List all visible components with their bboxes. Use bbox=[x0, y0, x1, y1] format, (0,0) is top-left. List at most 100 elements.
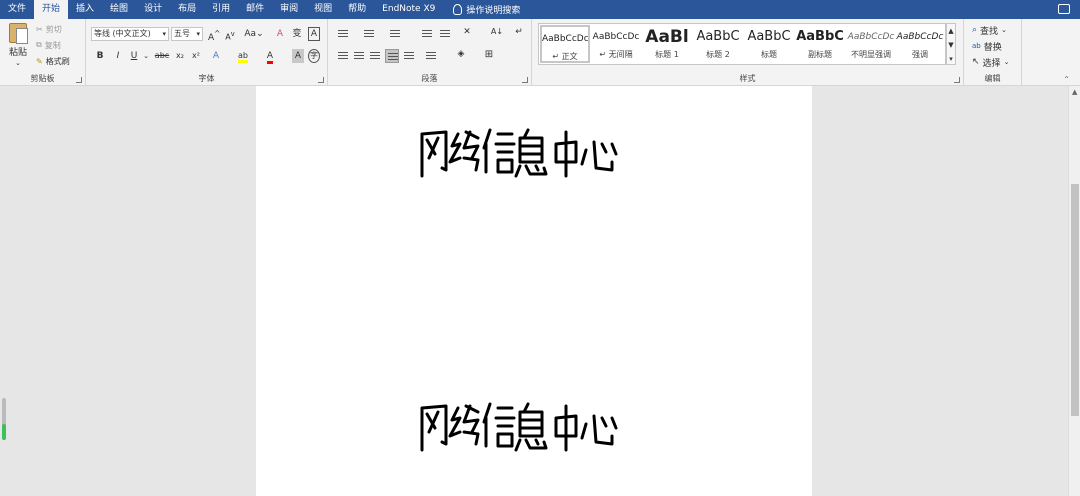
font-launcher-icon[interactable] bbox=[318, 77, 324, 83]
replace-button[interactable]: ab 替换 bbox=[972, 39, 1002, 53]
select-button[interactable]: ↖ 选择 ⌄ bbox=[972, 55, 1009, 69]
group-label-editing: 编辑 bbox=[984, 74, 1001, 83]
italic-button[interactable]: I bbox=[112, 49, 124, 63]
style-subtitle[interactable]: AaBbC 副标题 bbox=[795, 25, 845, 63]
sort-button[interactable]: A↓ bbox=[490, 27, 504, 41]
grow-font-button[interactable]: A^ bbox=[208, 27, 220, 43]
style-normal[interactable]: AaBbCcDc ↵ 正文 bbox=[540, 25, 590, 63]
tab-file[interactable]: 文件 bbox=[0, 0, 34, 19]
style-heading-1[interactable]: AaBl 标题 1 bbox=[642, 25, 692, 63]
bullets-icon bbox=[338, 30, 348, 38]
line-spacing-button[interactable] bbox=[424, 49, 438, 63]
style-subtle-emphasis[interactable]: AaBbCcDc 不明显强调 bbox=[846, 25, 896, 63]
phonetic-guide-icon: 变 bbox=[292, 29, 302, 39]
highlighter-icon: ab bbox=[238, 51, 248, 63]
ribbon-tab-bar: 文件 开始 插入 绘图 设计 布局 引用 邮件 审阅 视图 帮助 EndNote… bbox=[0, 0, 1080, 19]
change-case-button[interactable]: Aa⌄ bbox=[244, 27, 264, 41]
style-name: 副标题 bbox=[808, 50, 832, 59]
bullets-button[interactable] bbox=[336, 27, 350, 41]
vertical-scrollbar[interactable]: ▲ bbox=[1068, 86, 1080, 496]
text-effects-icon: A bbox=[212, 51, 220, 61]
scrollbar-thumb[interactable] bbox=[1071, 184, 1079, 416]
paste-button[interactable]: 粘贴 ⌄ bbox=[6, 23, 30, 67]
tell-me-search[interactable]: 操作说明搜索 bbox=[443, 3, 520, 16]
borders-button[interactable]: ⊞ bbox=[482, 49, 496, 63]
increase-indent-button[interactable] bbox=[438, 27, 452, 41]
chevron-down-icon[interactable]: ⌄ bbox=[142, 49, 150, 63]
superscript-button[interactable]: x² bbox=[190, 49, 202, 63]
group-label-paragraph: 段落 bbox=[421, 74, 438, 83]
comments-icon[interactable] bbox=[1058, 4, 1070, 14]
character-shading-button[interactable]: A bbox=[292, 49, 304, 63]
shrink-font-button[interactable]: Av bbox=[224, 27, 236, 42]
tab-review[interactable]: 审阅 bbox=[272, 0, 306, 19]
align-left-button[interactable] bbox=[336, 49, 350, 63]
copy-button[interactable]: ⧉ 复制 bbox=[36, 39, 61, 51]
phonetic-guide-button[interactable]: 变 bbox=[291, 27, 303, 41]
tab-home[interactable]: 开始 bbox=[34, 0, 69, 19]
scissors-icon: ✂ bbox=[36, 24, 43, 34]
show-hide-marks-button[interactable]: ↵ bbox=[512, 27, 526, 41]
paste-label: 粘贴 bbox=[8, 48, 27, 58]
scroll-up-icon[interactable]: ▲ bbox=[1072, 88, 1077, 96]
character-border-button[interactable]: A bbox=[308, 27, 320, 41]
styles-launcher-icon[interactable] bbox=[954, 77, 960, 83]
bold-button[interactable]: B bbox=[94, 49, 106, 63]
style-no-spacing[interactable]: AaBbCcDc ↵ 无间隔 bbox=[591, 25, 641, 63]
tab-help[interactable]: 帮助 bbox=[340, 0, 374, 19]
align-right-button[interactable] bbox=[368, 49, 382, 63]
underline-button[interactable]: U bbox=[128, 49, 140, 63]
style-heading-2[interactable]: AaBbC 标题 2 bbox=[693, 25, 743, 63]
collapse-ribbon-icon[interactable]: ⌃ bbox=[1063, 75, 1070, 84]
multilevel-list-button[interactable] bbox=[388, 27, 402, 41]
align-right-icon bbox=[370, 52, 380, 60]
shading-button[interactable]: ◈ bbox=[454, 49, 468, 63]
chevron-down-icon[interactable]: ⌄ bbox=[15, 59, 21, 67]
styles-gallery: AaBbCcDc ↵ 正文 AaBbCcDc ↵ 无间隔 AaBl 标题 1 A… bbox=[538, 23, 946, 65]
tab-mailings[interactable]: 邮件 bbox=[238, 0, 272, 19]
justify-button[interactable] bbox=[385, 49, 399, 63]
style-title[interactable]: AaBbC 标题 bbox=[744, 25, 794, 63]
style-name: 标题 2 bbox=[706, 50, 730, 59]
clear-formatting-button[interactable]: A bbox=[274, 27, 286, 41]
scroll-up-icon[interactable]: ▲ bbox=[947, 24, 955, 38]
strikethrough-button[interactable]: abc bbox=[154, 49, 170, 63]
subscript-button[interactable]: x₂ bbox=[174, 49, 186, 63]
font-color-button[interactable]: A bbox=[264, 49, 276, 64]
scroll-down-icon[interactable]: ▼ bbox=[947, 38, 955, 52]
align-center-button[interactable] bbox=[352, 49, 366, 63]
tab-design[interactable]: 设计 bbox=[136, 0, 170, 19]
highlight-button[interactable]: ab bbox=[236, 49, 250, 63]
multilevel-list-icon bbox=[390, 30, 400, 38]
tab-endnote[interactable]: EndNote X9 bbox=[374, 0, 443, 19]
paint-bucket-icon: ◈ bbox=[457, 49, 465, 59]
find-button[interactable]: ⌕ 查找 ⌄ bbox=[972, 23, 1007, 37]
font-size-select[interactable]: 五号 ▾ bbox=[171, 27, 203, 41]
decrease-indent-icon bbox=[422, 30, 432, 38]
text-effects-button[interactable]: A bbox=[210, 49, 222, 63]
expand-gallery-icon[interactable]: ▾ bbox=[947, 52, 955, 66]
clipboard-launcher-icon[interactable] bbox=[76, 77, 82, 83]
style-sample: AaBbCcDc bbox=[542, 34, 588, 44]
tab-layout[interactable]: 布局 bbox=[170, 0, 204, 19]
clear-formatting-icon: A bbox=[276, 29, 284, 39]
chinese-layout-button[interactable]: ✕ bbox=[460, 27, 474, 41]
tab-draw[interactable]: 绘图 bbox=[102, 0, 136, 19]
tab-references[interactable]: 引用 bbox=[204, 0, 238, 19]
cut-button[interactable]: ✂ 剪切 bbox=[36, 23, 62, 35]
font-name-select[interactable]: 等线 (中文正文) ▾ bbox=[91, 27, 169, 41]
increase-indent-icon bbox=[440, 30, 450, 38]
enclose-characters-button[interactable]: 字 bbox=[308, 49, 320, 63]
style-emphasis[interactable]: AaBbCcDc 强调 bbox=[895, 25, 945, 63]
numbering-button[interactable] bbox=[362, 27, 376, 41]
tell-me-label: 操作说明搜索 bbox=[466, 6, 521, 16]
paragraph-launcher-icon[interactable] bbox=[522, 77, 528, 83]
tab-view[interactable]: 视图 bbox=[306, 0, 340, 19]
document-page[interactable] bbox=[256, 86, 812, 496]
distributed-button[interactable] bbox=[402, 49, 416, 63]
borders-icon: ⊞ bbox=[484, 49, 494, 60]
format-painter-button[interactable]: ✎ 格式刷 bbox=[36, 55, 70, 67]
tab-insert[interactable]: 插入 bbox=[68, 0, 102, 19]
side-indicator bbox=[2, 398, 6, 440]
decrease-indent-button[interactable] bbox=[420, 27, 434, 41]
